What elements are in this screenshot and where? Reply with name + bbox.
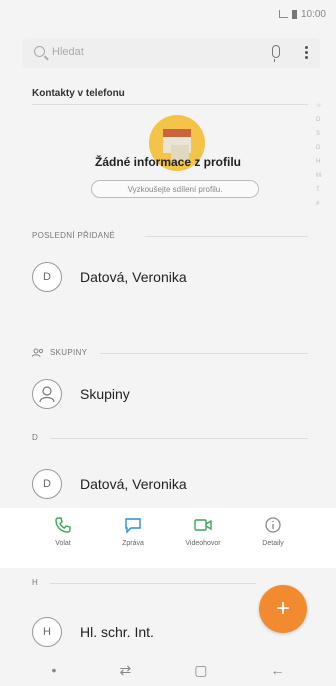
section-title: Kontakty v telefonu	[32, 88, 125, 99]
divider	[50, 583, 256, 584]
contact-actions: Volat Zpráva Videohovor Detaily	[0, 508, 336, 568]
contact-avatar: D	[32, 469, 62, 499]
contact-name: Hl. schr. Int.	[80, 624, 154, 640]
battery-icon	[291, 9, 297, 19]
divider	[50, 438, 308, 439]
section-h-header: H	[32, 578, 39, 587]
index-letter[interactable]: T	[316, 187, 321, 193]
signal-icon	[278, 10, 288, 18]
phone-icon	[55, 517, 71, 533]
call-button[interactable]: Volat	[33, 508, 93, 568]
search-icon	[34, 46, 45, 57]
message-button[interactable]: Zpráva	[103, 508, 163, 568]
index-letter[interactable]: S	[316, 131, 321, 137]
divider	[32, 104, 308, 105]
details-button[interactable]: Detaily	[243, 508, 303, 568]
add-contact-button[interactable]: +	[259, 585, 307, 633]
status-bar: 10:00	[0, 0, 336, 28]
groups-name: Skupiny	[80, 386, 130, 402]
navigation-bar: • ⇄ ▢ ←	[0, 654, 336, 686]
status-time: 10:00	[300, 8, 326, 20]
groups-header: SKUPINY	[32, 348, 87, 357]
contact-row[interactable]: D Datová, Veronika	[32, 255, 308, 299]
contact-name: Datová, Veronika	[80, 476, 187, 492]
video-call-label: Videohovor	[185, 540, 221, 547]
message-label: Zpráva	[122, 540, 144, 547]
message-icon	[125, 518, 141, 534]
divider	[100, 353, 308, 354]
more-options-icon[interactable]	[305, 46, 308, 60]
group-avatar-icon	[32, 379, 62, 409]
section-d-header: D	[32, 433, 39, 442]
recent-apps-icon[interactable]: ⇄	[119, 662, 131, 679]
call-label: Volat	[55, 540, 71, 547]
contact-avatar: D	[32, 262, 62, 292]
share-profile-button[interactable]: Vyzkoušejte sdílení profilu.	[91, 180, 259, 198]
index-letter[interactable]: D	[316, 145, 321, 151]
contact-row[interactable]: D Datová, Veronika	[32, 462, 308, 506]
contact-name: Datová, Veronika	[80, 269, 187, 285]
profile-title: Žádné informace z profilu	[94, 155, 241, 169]
divider	[145, 236, 308, 237]
index-letter[interactable]: M	[316, 173, 321, 179]
search-bar[interactable]: Hledat	[22, 38, 320, 68]
recent-header: POSLEDNÍ PŘIDANÉ	[32, 231, 116, 240]
home-icon[interactable]: ▢	[194, 662, 207, 679]
back-icon[interactable]: ←	[270, 662, 284, 678]
index-letter[interactable]: ☆	[316, 102, 321, 109]
info-icon	[265, 517, 281, 533]
groups-icon	[32, 348, 44, 357]
details-label: Detaily	[262, 540, 284, 547]
microphone-icon[interactable]	[272, 45, 280, 62]
index-letter[interactable]: D	[316, 117, 321, 123]
nav-dot-icon[interactable]: •	[52, 662, 57, 678]
groups-header-label: SKUPINY	[50, 348, 88, 357]
video-icon	[194, 519, 212, 531]
video-call-button[interactable]: Videohovor	[173, 508, 233, 568]
contact-avatar: H	[32, 617, 62, 647]
index-letter[interactable]: #	[316, 201, 321, 207]
groups-row[interactable]: Skupiny	[32, 372, 308, 416]
search-input[interactable]: Hledat	[52, 46, 84, 58]
